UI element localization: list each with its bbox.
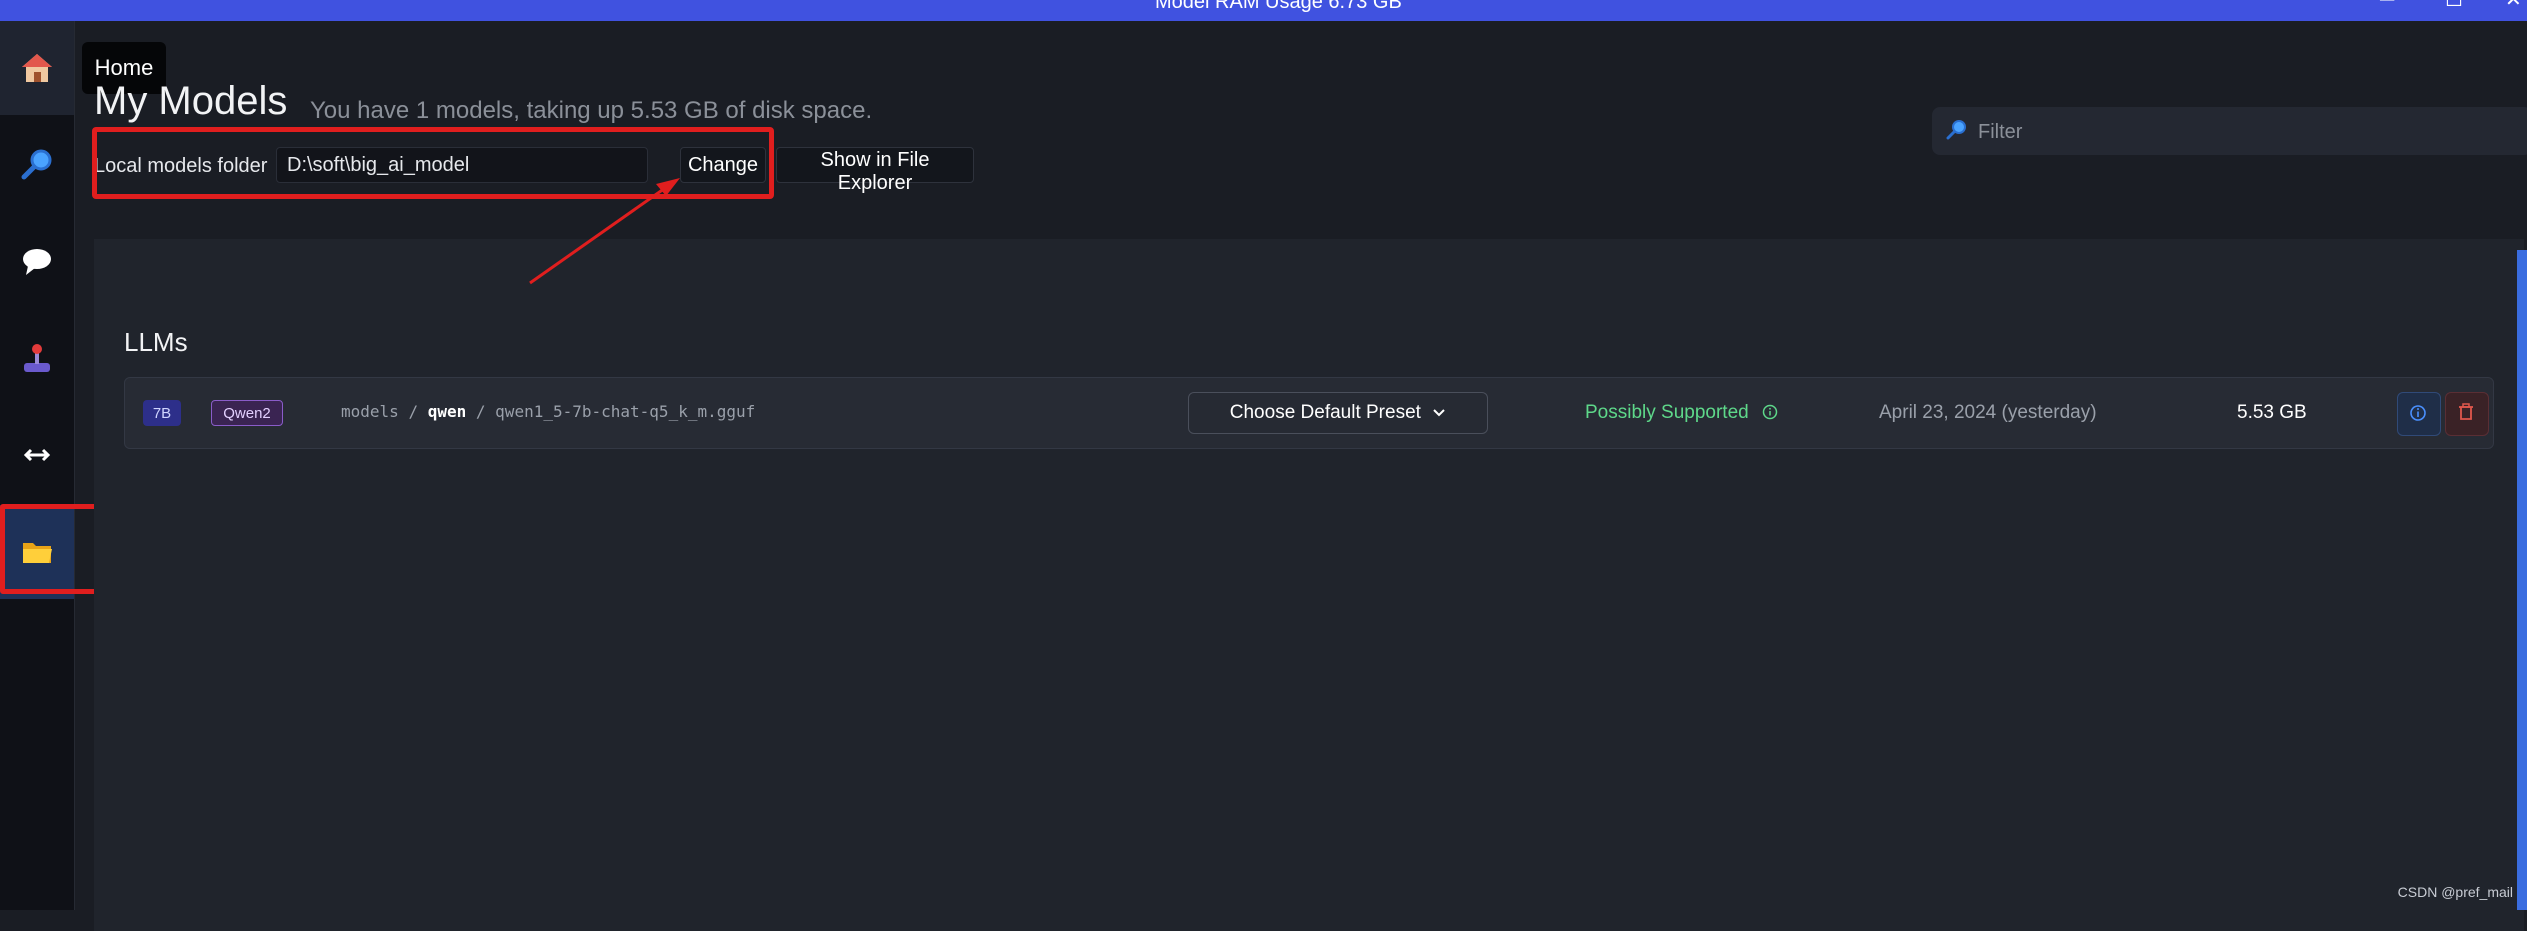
info-circle-icon[interactable] [1762,404,1778,420]
path-separator: / [408,402,419,421]
title-bar: Model RAM Usage 6.73 GB ─ ☐ ✕ [0,0,2527,21]
watermark: CSDN @pref_mail [2397,884,2513,900]
sidebar-item-playground[interactable] [0,311,74,405]
sidebar-item-search[interactable] [0,117,74,211]
models-panel: LLMs 7B Qwen2 models / qwen / qwen1_5-7b… [94,239,2524,931]
trash-icon [2459,403,2473,420]
model-info-button[interactable] [2397,392,2441,436]
model-arch-badge: Qwen2 [211,400,283,426]
model-path: models / qwen / qwen1_5-7b-chat-q5_k_m.g… [341,402,755,421]
page-title: My Models [94,79,288,123]
house-icon [22,54,52,82]
change-button[interactable]: Change [680,147,766,183]
folder-label: Local models folder [94,155,268,177]
sidebar-item-chat[interactable] [0,214,74,308]
path-publisher: qwen [427,402,467,421]
magnifier-icon [21,149,52,180]
page-subtitle: You have 1 models, taking up 5.53 GB of … [310,97,873,124]
model-file-size: 5.53 GB [2237,402,2307,423]
show-in-file-explorer-button[interactable]: Show in File Explorer [776,147,974,194]
info-icon [2410,405,2426,421]
section-title-llms: LLMs [124,327,188,357]
chevron-down-icon [1433,409,1445,417]
support-status: Possibly Supported [1585,402,1778,424]
search-icon [1946,120,1966,140]
choose-default-preset-button[interactable]: Choose Default Preset [1188,392,1488,434]
model-row[interactable]: 7B Qwen2 models / qwen / qwen1_5-7b-chat… [124,377,2494,449]
model-delete-button[interactable] [2445,392,2489,436]
sidebar-item-home[interactable] [0,21,74,115]
support-label: Possibly Supported [1585,402,1749,423]
folder-icon [23,543,52,563]
close-button[interactable]: ✕ [2505,0,2522,10]
maximize-button[interactable]: ☐ [2445,0,2463,10]
window-title: Model RAM Usage 6.73 GB [1155,0,1402,13]
preset-label: Choose Default Preset [1229,402,1421,423]
filter-box[interactable] [1932,107,2527,155]
path-prefix: models [341,402,399,421]
model-date: April 23, 2024 (yesterday) [1879,402,2097,423]
path-separator: / [475,402,486,421]
folder-path-field[interactable] [276,147,648,183]
filter-input[interactable] [1976,115,2520,149]
vertical-scrollbar[interactable] [2517,250,2527,910]
joystick-icon [24,344,50,372]
path-file: qwen1_5-7b-chat-q5_k_m.gguf [495,402,756,421]
sidebar [0,21,75,910]
sidebar-item-server[interactable] [0,408,74,502]
speech-bubble-icon [23,249,51,275]
minimize-button[interactable]: ─ [2380,0,2394,10]
left-right-arrow-icon [23,448,51,462]
main-content: My Models You have 1 models, taking up 5… [74,21,2527,931]
model-size-badge: 7B [143,400,181,426]
sidebar-item-my-models[interactable] [0,505,74,599]
